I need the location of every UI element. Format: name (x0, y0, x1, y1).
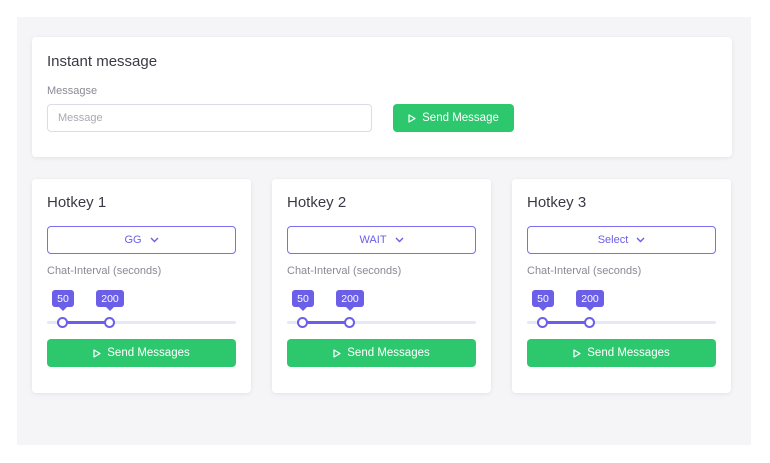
interval-label: Chat-Interval (seconds) (47, 265, 162, 277)
hotkey-card-3: Hotkey 3 Select Chat-Interval (seconds) … (512, 179, 731, 393)
hotkey-message-select[interactable]: Select (527, 226, 716, 254)
slider-range (303, 321, 350, 324)
send-messages-label: Send Messages (347, 347, 430, 359)
max-thumb[interactable] (344, 317, 355, 328)
select-value: Select (597, 234, 629, 246)
instant-message-card: Instant message Messagse Send Message (32, 37, 732, 157)
send-messages-button[interactable]: Send Messages (287, 339, 476, 367)
interval-range-slider[interactable]: 50 200 (47, 290, 236, 330)
max-value-tooltip: 200 (576, 290, 604, 311)
message-input[interactable] (47, 104, 372, 132)
hotkey-message-select[interactable]: WAIT (287, 226, 476, 254)
play-icon (573, 348, 581, 358)
send-messages-button[interactable]: Send Messages (527, 339, 716, 367)
app-background: Instant message Messagse Send Message Ho… (17, 17, 751, 445)
hotkey-card-1: Hotkey 1 GG Chat-Interval (seconds) 50 2… (32, 179, 251, 393)
max-value-tooltip: 200 (96, 290, 124, 311)
min-thumb[interactable] (537, 317, 548, 328)
send-messages-button[interactable]: Send Messages (47, 339, 236, 367)
interval-range-slider[interactable]: 50 200 (527, 290, 716, 330)
hotkey-title: Hotkey 2 (287, 194, 347, 211)
hotkey-title: Hotkey 3 (527, 194, 587, 211)
interval-label: Chat-Interval (seconds) (527, 265, 642, 277)
min-value-tooltip: 50 (52, 290, 74, 311)
slider-range (63, 321, 110, 324)
hotkey-card-2: Hotkey 2 WAIT Chat-Interval (seconds) 50… (272, 179, 491, 393)
play-icon (333, 348, 341, 358)
min-value-tooltip: 50 (532, 290, 554, 311)
hotkey-title: Hotkey 1 (47, 194, 107, 211)
hotkey-message-select[interactable]: GG (47, 226, 236, 254)
send-messages-label: Send Messages (587, 347, 670, 359)
interval-range-slider[interactable]: 50 200 (287, 290, 476, 330)
min-thumb[interactable] (297, 317, 308, 328)
select-value: WAIT (359, 234, 387, 246)
send-message-button[interactable]: Send Message (393, 104, 514, 132)
select-value: GG (124, 234, 142, 246)
min-thumb[interactable] (57, 317, 68, 328)
max-thumb[interactable] (104, 317, 115, 328)
max-thumb[interactable] (584, 317, 595, 328)
chevron-down-icon (150, 237, 159, 243)
play-icon (408, 113, 416, 123)
send-message-label: Send Message (422, 112, 499, 124)
send-messages-label: Send Messages (107, 347, 190, 359)
max-value-tooltip: 200 (336, 290, 364, 311)
chevron-down-icon (395, 237, 404, 243)
message-field-label: Messagse (47, 85, 98, 97)
interval-label: Chat-Interval (seconds) (287, 265, 402, 277)
min-value-tooltip: 50 (292, 290, 314, 311)
chevron-down-icon (636, 237, 645, 243)
instant-message-title: Instant message (47, 53, 158, 70)
play-icon (93, 348, 101, 358)
slider-range (543, 321, 590, 324)
